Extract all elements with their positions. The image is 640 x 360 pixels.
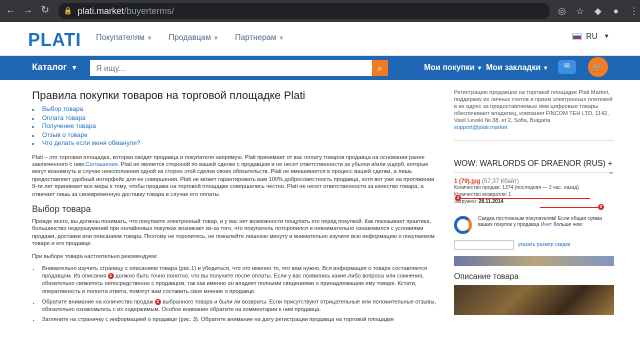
bullet-text: Загляните на страничку с информацией о п… — [42, 317, 394, 324]
back-icon[interactable]: ← — [4, 4, 17, 18]
chevron-down-icon: ▼ — [212, 36, 219, 42]
annotation-line — [540, 207, 600, 208]
chevron-down-icon: ▼ — [476, 66, 483, 72]
seller-link[interactable]: Инет — [541, 222, 552, 228]
support-email-link[interactable]: support@plati.market — [454, 125, 507, 131]
cashback-tail: больше чем: — [553, 222, 583, 229]
registration-text: Регистрацию продавцов на торговой площад… — [454, 90, 613, 124]
sales-value: 1374 (последняя — 2 час. назад) — [502, 185, 579, 191]
lock-icon: 🔒 — [63, 8, 73, 15]
site-logo[interactable]: PLATI — [28, 30, 81, 51]
nav-sellers[interactable]: Продавцам ▼ — [169, 33, 219, 42]
language-label: RU — [586, 32, 598, 41]
search-input[interactable] — [90, 60, 372, 76]
address-bar[interactable]: 🔒 plati.market/buyerterms/ — [57, 3, 551, 19]
page-content: Правила покупки товаров на торговой площ… — [0, 80, 640, 360]
sales-stat: Количество продаж: 1374 (последняя — 2 ч… — [454, 185, 614, 192]
russia-flag-icon — [572, 33, 582, 40]
chevron-down-icon: ⌄ — [608, 169, 614, 176]
list-item: Загляните на страничку с информацией о п… — [42, 317, 438, 324]
table-of-contents: Выбор товара Оплата товара Получение тов… — [32, 106, 438, 149]
nav-partners[interactable]: Партнерам ▼ — [235, 33, 284, 42]
discount-link[interactable]: указать размер скидки — [518, 242, 570, 248]
nav-buyers-label: Покупателям — [96, 33, 145, 42]
marker-badge: 2 — [154, 299, 161, 306]
toc-item[interactable]: Выбор товара — [42, 106, 438, 115]
discount-ring-icon — [454, 216, 472, 234]
search-icon: ⌕ — [377, 63, 383, 73]
reload-icon[interactable]: ↻ — [39, 4, 52, 18]
product-title-text: WOW: WARLORDS OF DRAENOR (RUS) + — [454, 159, 613, 168]
catalog-label: Каталог — [32, 62, 67, 72]
recommendation-list: Внимательно изучить страницу с описанием… — [32, 266, 438, 325]
intro-paragraph: Plati – это торговая площадка, которая с… — [32, 155, 438, 199]
language-selector[interactable]: RU ▼ — [572, 32, 610, 41]
search-button[interactable]: ⌕ — [372, 60, 388, 76]
chevron-down-icon: ▼ — [542, 66, 549, 72]
nav-partners-label: Партнерам — [234, 33, 277, 42]
my-purchases-button[interactable]: Мои покупки ▼ — [424, 63, 483, 72]
profile-icon[interactable]: ● — [610, 6, 622, 17]
product-description-image — [454, 285, 614, 315]
list-item: Обратите внимание на количество продаж 2… — [42, 299, 438, 314]
star-icon[interactable]: ☆ — [574, 6, 586, 17]
sales-label: Количество продаж: — [454, 185, 501, 191]
my-purchases-label: Мои покупки — [424, 63, 475, 72]
cashback-box: Скидка постоянным покупателям! Если обща… — [454, 216, 614, 234]
nav-sellers-label: Продавцам — [168, 33, 211, 42]
logo-text: PLATI — [28, 30, 82, 50]
nav-buyers[interactable]: Покупателям ▼ — [96, 33, 153, 42]
amount-field[interactable] — [454, 240, 514, 250]
agreement-link[interactable]: Соглашения — [85, 162, 117, 168]
product-banner-image — [454, 256, 614, 266]
product-title[interactable]: WOW: WARLORDS OF DRAENOR (RUS) + ⌄ — [454, 159, 614, 176]
section-heading: Выбор товара — [32, 203, 91, 214]
toc-item[interactable]: Отзыв о товаре — [42, 132, 438, 141]
cart-icon[interactable]: 🛒 — [588, 57, 608, 77]
forward-icon[interactable]: → — [21, 4, 34, 18]
chevron-down-icon: ▼ — [278, 36, 285, 42]
marker-badge: 1 — [107, 273, 114, 280]
extension-icon[interactable]: ◆ — [592, 6, 604, 17]
url-path: /buyerterms/ — [124, 6, 175, 16]
description-heading: Описание товара — [454, 272, 519, 281]
site-header: PLATI Покупателям ▼ Продавцам ▼ Партнерам ▼… — [0, 22, 640, 56]
chat-icon[interactable]: ✉ — [558, 60, 576, 74]
toc-item[interactable]: Получение товара — [42, 123, 438, 132]
toc-item[interactable]: Что делать если меня обманули? — [42, 140, 438, 149]
chevron-down-icon: ▼ — [603, 33, 610, 40]
bullet-text: Обратите внимание на количество продаж — [42, 299, 154, 306]
chevron-down-icon: ▼ — [70, 65, 78, 72]
list-item: Внимательно изучить страницу с описанием… — [42, 266, 438, 296]
upload-value: 28.11.2014 — [478, 199, 504, 205]
browser-toolbar: ← → ↻ 🔒 plati.market/buyerterms/ ◎ ☆ ◆ ●… — [0, 0, 640, 22]
page-title: Правила покупки товаров на торговой площ… — [32, 90, 306, 102]
my-bookmarks-label: Мои закладки — [486, 63, 541, 72]
section-paragraph: Прежде всего, вы должны понимать, что по… — [32, 218, 435, 248]
menu-icon[interactable]: ⋮ — [628, 6, 640, 17]
upload-stat: Загружен: 28.11.2014 — [454, 199, 614, 206]
annotation-marker-1: 1 — [455, 195, 461, 201]
sidebar: Регистрацию продавцов на торговой площад… — [454, 90, 614, 315]
annotation-marker-2: 2 — [598, 204, 604, 210]
toc-item[interactable]: Оплата товара — [42, 115, 438, 124]
main-nav-bar: Каталог▼ ⌕ Мои покупки▼ Мои закладки▼ — [0, 56, 640, 80]
catalog-button[interactable]: Каталог ▼ — [32, 62, 78, 72]
discount-row: указать размер скидки — [454, 240, 614, 250]
top-nav: Покупателям ▼ Продавцам ▼ Партнерам ▼ — [96, 33, 284, 42]
registration-info: Регистрацию продавцов на торговой площад… — [454, 90, 614, 141]
terms-article: Правила покупки товаров на торговой площ… — [32, 90, 438, 328]
camera-icon[interactable]: ◎ — [556, 6, 568, 17]
chevron-down-icon: ▼ — [146, 36, 153, 42]
url-domain: plati.market — [77, 6, 124, 16]
annotation-line — [460, 198, 590, 199]
cashback-text: Скидка постоянным покупателям! Если обща… — [478, 216, 614, 229]
my-bookmarks-button[interactable]: Мои закладки ▼ — [486, 63, 549, 72]
section-paragraph: При выборе товара настоятельно рекоменду… — [32, 253, 158, 260]
